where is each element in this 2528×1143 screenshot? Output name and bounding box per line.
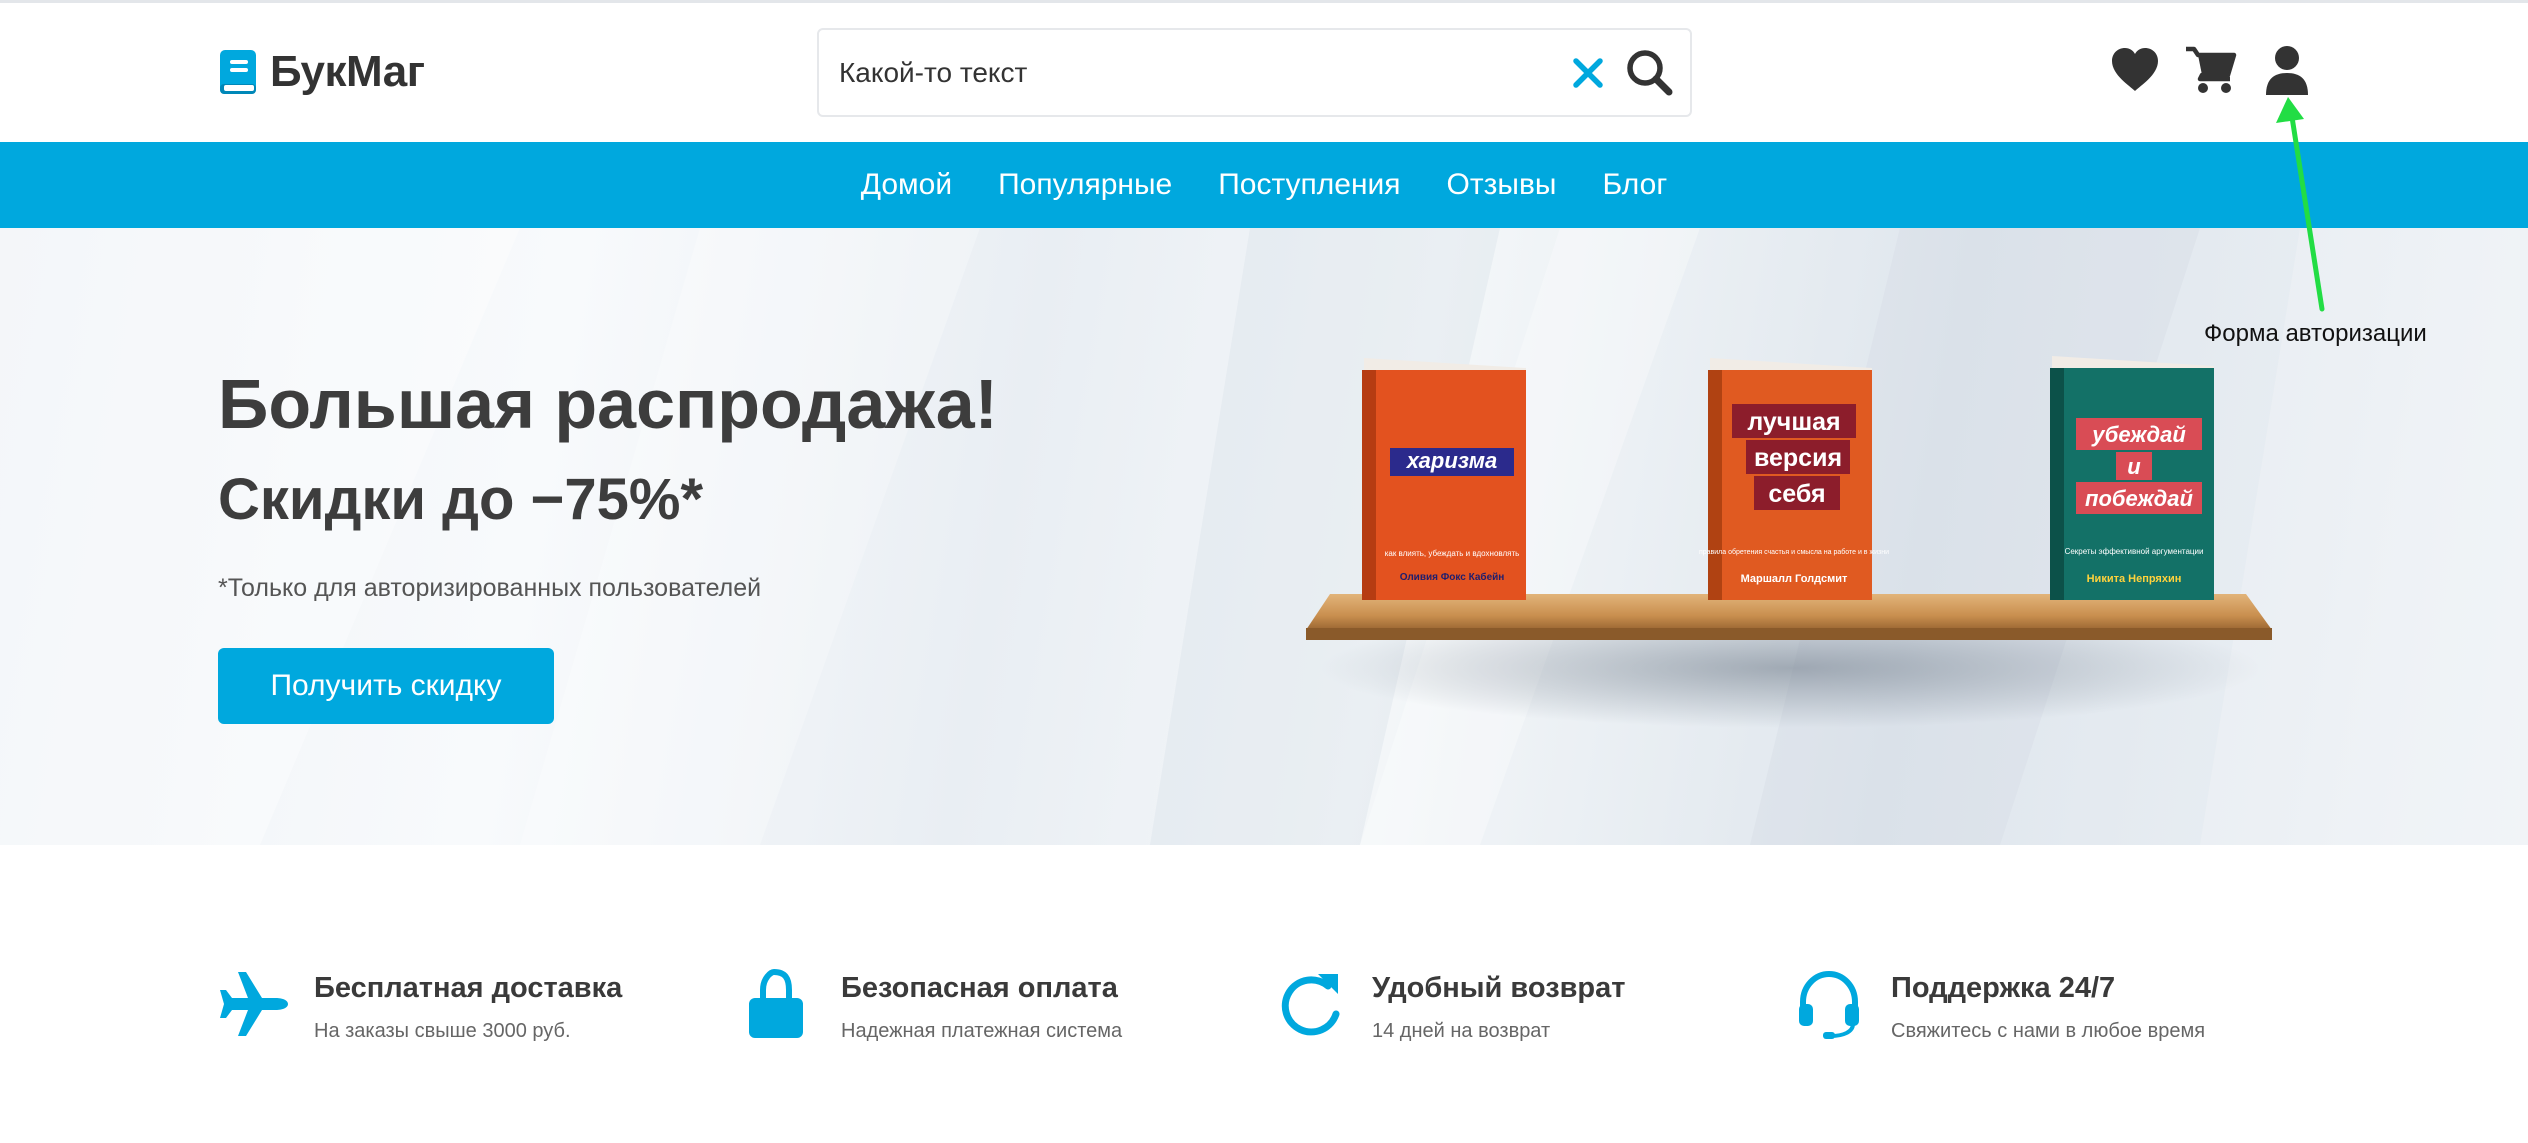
nav-item-popular[interactable]: Популярные xyxy=(998,168,1172,202)
svg-text:харизма: харизма xyxy=(1406,448,1498,473)
feature-title: Бесплатная доставка xyxy=(314,972,623,1004)
svg-text:побеждай: побеждай xyxy=(2085,486,2193,511)
feature-desc: 14 дней на возврат xyxy=(1372,1020,1551,1042)
nav-item-reviews[interactable]: Отзывы xyxy=(1447,168,1557,202)
hero-note: *Только для авторизированных пользовател… xyxy=(218,574,762,602)
nav-item-arrivals[interactable]: Поступления xyxy=(1218,168,1400,202)
user-icon[interactable] xyxy=(2260,43,2314,97)
feature-title: Безопасная оплата xyxy=(841,972,1118,1004)
close-icon[interactable] xyxy=(1565,50,1611,96)
refresh-icon xyxy=(1281,974,1340,1036)
headset-icon xyxy=(1799,970,1859,1039)
get-discount-button[interactable]: Получить скидку xyxy=(218,648,554,724)
book-icon xyxy=(220,50,256,94)
book-charisma: харизма как влиять, убеждать и вдохновля… xyxy=(1362,358,1526,600)
feature-desc: Свяжитесь с нами в любое время xyxy=(1891,1020,2206,1042)
search-icon[interactable] xyxy=(1623,46,1677,100)
hero-banner: Большая распродажа! Скидки до −75%* *Тол… xyxy=(0,228,2528,845)
airplane-icon xyxy=(220,972,288,1036)
svg-text:Маршалл Голдсмит: Маршалл Голдсмит xyxy=(1741,573,1848,585)
svg-text:как влиять, убеждать и вдохнов: как влиять, убеждать и вдохновлять xyxy=(1385,549,1520,558)
heart-icon[interactable] xyxy=(2108,43,2162,97)
feature-desc: На заказы свыше 3000 руб. xyxy=(314,1020,571,1042)
book-persuade: убеждай и побеждай Секреты эффективной а… xyxy=(2050,356,2214,600)
search-box xyxy=(817,28,1692,117)
svg-text:правила обретения счастья и см: правила обретения счастья и смысла на ра… xyxy=(1699,548,1889,556)
svg-text:Никита Непряхин: Никита Непряхин xyxy=(2087,573,2182,585)
feature-desc: Надежная платежная система xyxy=(841,1020,1123,1042)
nav-item-blog[interactable]: Блог xyxy=(1602,168,1667,202)
cart-icon[interactable] xyxy=(2184,43,2238,97)
svg-text:себя: себя xyxy=(1768,480,1825,508)
nav-item-home[interactable]: Домой xyxy=(861,168,952,202)
search-input[interactable] xyxy=(839,48,1539,98)
svg-text:лучшая: лучшая xyxy=(1747,408,1840,436)
site-header: БукМаг xyxy=(0,3,2528,142)
svg-text:убеждай: убеждай xyxy=(2091,422,2186,447)
main-nav: Домой Популярные Поступления Отзывы Блог xyxy=(0,142,2528,228)
svg-text:и: и xyxy=(2127,454,2141,479)
svg-text:Секреты эффективной аргументац: Секреты эффективной аргументации xyxy=(2065,547,2204,556)
annotation-arrow xyxy=(2276,97,2325,312)
svg-text:версия: версия xyxy=(1754,444,1842,472)
hero-title: Большая распродажа! xyxy=(218,365,998,443)
annotation-label: Форма авторизации xyxy=(2204,320,2427,347)
hero-subtitle: Скидки до −75%* xyxy=(218,467,704,532)
brand-name: БукМаг xyxy=(270,47,425,96)
logo[interactable]: БукМаг xyxy=(218,45,425,99)
svg-text:Оливия Фокс Кабейн: Оливия Фокс Кабейн xyxy=(1400,571,1505,583)
feature-title: Поддержка 24/7 xyxy=(1891,972,2116,1004)
book-best-version: лучшая версия себя правила обретения сча… xyxy=(1699,358,1889,600)
book-shelf-illustration: харизма как влиять, убеждать и вдохновля… xyxy=(1306,356,2272,728)
feature-title: Удобный возврат xyxy=(1372,972,1626,1004)
lock-icon xyxy=(749,968,803,1038)
